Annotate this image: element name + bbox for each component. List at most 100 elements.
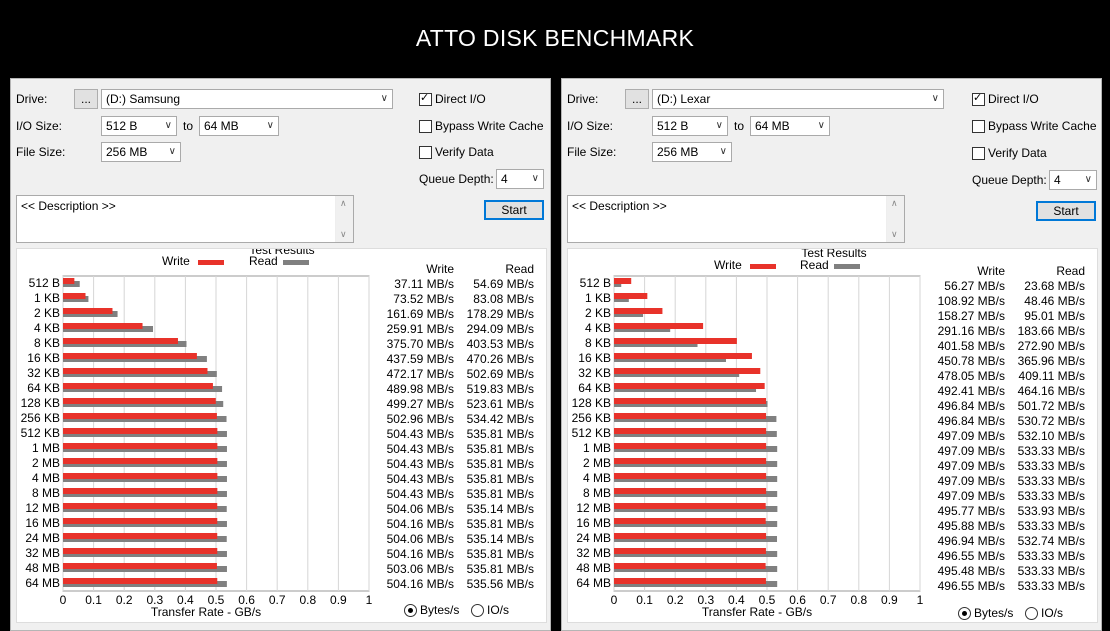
verify-data-checkbox[interactable]: Verify Data — [419, 145, 494, 159]
start-button[interactable]: Start — [1036, 201, 1096, 221]
y-tick-label: 16 MB — [25, 516, 60, 530]
browse-button[interactable]: ... — [74, 89, 98, 109]
queue-depth-select[interactable]: 4 ∨ — [496, 169, 544, 189]
chevron-down-icon: ∨ — [531, 173, 539, 184]
write-value: 437.59 MB/s — [386, 352, 454, 366]
scrollbar[interactable]: ∧ ∨ — [886, 196, 904, 242]
read-value: 403.53 MB/s — [466, 337, 534, 351]
browse-button[interactable]: ... — [625, 89, 649, 109]
read-value: 48.46 MB/s — [1024, 294, 1085, 308]
read-value: 534.42 MB/s — [466, 412, 534, 426]
page-title: ATTO DISK BENCHMARK — [415, 25, 695, 51]
write-bar — [63, 548, 218, 554]
bytes-per-sec-radio[interactable]: Bytes/s — [958, 606, 1013, 620]
y-tick-label: 2 KB — [585, 306, 611, 320]
bytes-per-sec-radio[interactable]: Bytes/s — [404, 603, 459, 617]
x-tick-label: 0.8 — [299, 593, 316, 607]
read-value: 535.14 MB/s — [466, 532, 534, 546]
write-bar — [63, 293, 86, 299]
write-value: 504.43 MB/s — [386, 442, 454, 456]
bypass-write-cache-checkbox[interactable]: Bypass Write Cache — [972, 119, 1097, 133]
y-tick-label: 8 MB — [583, 486, 611, 500]
scroll-down-icon[interactable]: ∨ — [340, 229, 347, 240]
read-value: 523.61 MB/s — [466, 397, 534, 411]
y-tick-label: 64 KB — [578, 381, 611, 395]
io-radio-label: IO/s — [487, 603, 510, 617]
direct-io-checkbox[interactable]: Direct I/O — [419, 91, 486, 106]
direct-io-checkbox[interactable]: Direct I/O — [972, 91, 1039, 106]
read-values: 23.68 MB/s 48.46 MB/s 95.01 MB/s 183.66 MB/… — [1005, 279, 1085, 594]
io-per-sec-radio[interactable]: IO/s — [471, 603, 509, 617]
file-size-select[interactable]: 256 MB ∨ — [101, 142, 181, 162]
description-box[interactable]: << Description >> ∧ ∨ — [16, 195, 354, 243]
io-to-value: 64 MB — [204, 119, 239, 133]
io-size-to-select[interactable]: 64 MB ∨ — [750, 116, 830, 136]
write-bar — [63, 308, 113, 314]
write-value: 56.27 MB/s — [944, 279, 1005, 293]
file-size-select[interactable]: 256 MB ∨ — [652, 142, 732, 162]
bypass-write-cache-checkbox[interactable]: Bypass Write Cache — [419, 119, 544, 133]
write-bar — [63, 563, 217, 569]
radio-selected-icon — [958, 606, 971, 620]
description-box[interactable]: << Description >> ∧ ∨ — [567, 195, 905, 243]
write-value: 497.09 MB/s — [937, 489, 1005, 503]
scroll-up-icon[interactable]: ∧ — [340, 198, 347, 209]
write-column-header: Write — [977, 264, 1005, 278]
queue-depth-select[interactable]: 4 ∨ — [1049, 170, 1097, 190]
read-value: 535.81 MB/s — [466, 562, 534, 576]
to-label: to — [734, 119, 745, 133]
scroll-up-icon[interactable]: ∧ — [891, 198, 898, 209]
y-tick-label: 16 MB — [576, 516, 611, 530]
bypass-write-cache-label: Bypass Write Cache — [988, 119, 1097, 133]
verify-data-checkbox[interactable]: Verify Data — [972, 146, 1047, 160]
y-tick-label: 48 MB — [25, 561, 60, 575]
write-value: 504.43 MB/s — [386, 487, 454, 501]
read-value: 535.81 MB/s — [466, 442, 534, 456]
write-value: 73.52 MB/s — [393, 292, 454, 306]
y-tick-label: 4 MB — [583, 471, 611, 485]
write-value: 503.06 MB/s — [386, 562, 454, 576]
chevron-down-icon: ∨ — [168, 146, 176, 157]
x-axis-label: Transfer Rate - GB/s — [702, 605, 812, 619]
io-size-to-select[interactable]: 64 MB ∨ — [199, 116, 279, 136]
bypass-write-cache-label: Bypass Write Cache — [435, 119, 544, 133]
x-tick-label: 0 — [611, 593, 618, 607]
write-value: 504.43 MB/s — [386, 427, 454, 441]
write-bar — [614, 578, 766, 584]
scroll-down-icon[interactable]: ∨ — [891, 229, 898, 240]
write-bar — [614, 353, 752, 359]
write-value: 450.78 MB/s — [937, 354, 1005, 368]
write-value: 504.06 MB/s — [386, 532, 454, 546]
write-bar — [63, 578, 218, 584]
y-tick-label: 48 MB — [576, 561, 611, 575]
chevron-down-icon: ∨ — [817, 120, 825, 131]
y-tick-label: 64 MB — [576, 576, 611, 590]
file-size-value: 256 MB — [106, 145, 148, 159]
write-value: 504.16 MB/s — [386, 547, 454, 561]
write-value: 259.91 MB/s — [386, 322, 454, 336]
read-value: 178.29 MB/s — [466, 307, 534, 321]
write-value: 478.05 MB/s — [937, 369, 1005, 383]
io-size-from-select[interactable]: 512 B ∨ — [652, 116, 728, 136]
read-value: 23.68 MB/s — [1024, 279, 1085, 293]
write-bar — [614, 488, 767, 494]
io-to-value: 64 MB — [755, 119, 790, 133]
benchmark-panel-samsung: Drive: ... (D:) Samsung ∨ I/O Size: 512 … — [10, 78, 551, 631]
io-per-sec-radio[interactable]: IO/s — [1025, 606, 1063, 620]
write-value: 161.69 MB/s — [386, 307, 454, 321]
read-value: 535.81 MB/s — [466, 517, 534, 531]
drive-select[interactable]: (D:) Lexar ∨ — [652, 89, 944, 109]
write-bar — [614, 503, 766, 509]
read-value: 533.93 MB/s — [1017, 504, 1085, 518]
start-button[interactable]: Start — [484, 200, 544, 220]
y-tick-label: 12 MB — [576, 501, 611, 515]
drive-select[interactable]: (D:) Samsung ∨ — [101, 89, 393, 109]
scrollbar[interactable]: ∧ ∨ — [335, 196, 353, 242]
write-bar — [614, 533, 767, 539]
y-tick-label: 256 KB — [572, 411, 611, 425]
io-size-from-select[interactable]: 512 B ∨ — [101, 116, 177, 136]
radio-selected-icon — [404, 603, 417, 617]
write-bar — [614, 548, 766, 554]
read-value: 272.90 MB/s — [1017, 339, 1085, 353]
write-value: 499.27 MB/s — [386, 397, 454, 411]
